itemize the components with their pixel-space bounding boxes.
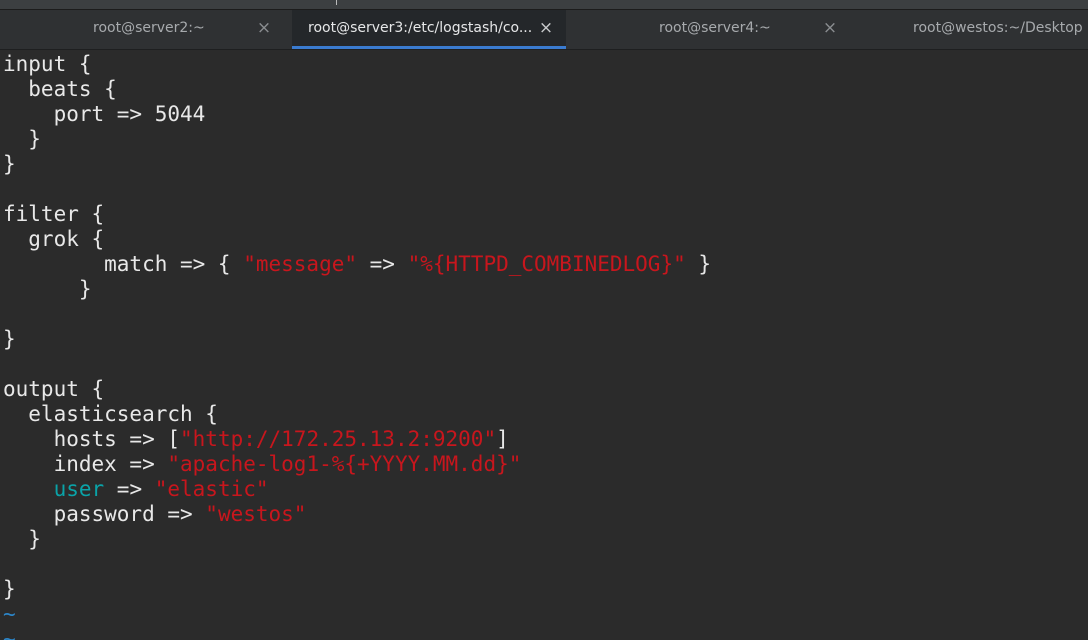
close-icon[interactable]: × xyxy=(256,19,272,37)
code-text: } xyxy=(685,252,712,276)
code-line: password => "westos" xyxy=(3,502,307,527)
code-text: elasticsearch { xyxy=(3,402,218,426)
code-line: } xyxy=(3,152,16,177)
code-line: hosts => ["http://172.25.13.2:9200"] xyxy=(3,427,509,452)
close-icon[interactable]: × xyxy=(822,19,838,37)
code-text: } xyxy=(3,127,41,151)
code-line: elasticsearch { xyxy=(3,402,218,427)
code-line: } xyxy=(3,327,16,352)
code-line: output { xyxy=(3,377,104,402)
close-icon[interactable]: × xyxy=(538,19,554,37)
empty-buffer-marker: ~ xyxy=(3,627,16,640)
string-token: "westos" xyxy=(205,502,307,526)
string-token: "http://172.25.13.2:9200" xyxy=(180,427,497,451)
code-line: match => { "message" => "%{HTTPD_COMBINE… xyxy=(3,252,711,277)
code-line: } xyxy=(3,277,92,302)
code-text: hosts => [ xyxy=(3,427,181,451)
active-tab-indicator xyxy=(292,46,566,49)
tab-title: root@server2:~ xyxy=(93,20,205,36)
code-line: filter { xyxy=(3,202,104,227)
empty-buffer-marker: ~ xyxy=(3,602,16,626)
tab-westos[interactable]: root@westos:~/Desktop xyxy=(846,10,1088,49)
terminal-editor[interactable]: input { beats { port => 5044 }} filter { … xyxy=(0,50,1088,640)
code-text: filter { xyxy=(3,202,105,226)
code-text: output { xyxy=(3,377,105,401)
code-text: => xyxy=(357,252,408,276)
code-line: } xyxy=(3,127,41,152)
code-line: } xyxy=(3,577,16,602)
code-text: grok { xyxy=(3,227,105,251)
code-line: beats { xyxy=(3,77,117,102)
code-text: } xyxy=(3,327,16,351)
string-token: "apache-log1-%{+YYYY.MM.dd}" xyxy=(167,452,522,476)
code-line: input { xyxy=(3,52,92,77)
code-text: } xyxy=(3,277,92,301)
keyword-token: user xyxy=(53,477,105,501)
code-text: } xyxy=(3,577,16,601)
tab-title: root@server3:/etc/logstash/co... xyxy=(308,20,533,36)
code-text: input { xyxy=(3,52,92,76)
code-text: match => { xyxy=(3,252,244,276)
tab-title: root@server4:~ xyxy=(659,20,771,36)
code-text: port => 5044 xyxy=(3,102,206,126)
code-text: index => xyxy=(3,452,168,476)
string-token: "elastic" xyxy=(154,477,269,501)
code-text: } xyxy=(3,527,41,551)
window-top-strip xyxy=(0,0,1088,10)
code-line: index => "apache-log1-%{+YYYY.MM.dd}" xyxy=(3,452,522,477)
code-line: } xyxy=(3,527,41,552)
code-text: beats { xyxy=(3,77,117,101)
code-line: user => "elastic" xyxy=(3,477,269,502)
top-strip-marker xyxy=(336,0,337,5)
code-line: port => 5044 xyxy=(3,102,206,127)
tab-title: root@westos:~/Desktop xyxy=(913,20,1083,36)
string-token: "message" xyxy=(243,252,358,276)
code-line: ~ xyxy=(3,627,16,640)
code-text: } xyxy=(3,152,16,176)
tab-server4[interactable]: root@server4:~ × xyxy=(566,10,846,49)
code-text: ] xyxy=(496,427,509,451)
code-text: password => xyxy=(3,502,206,526)
tab-server2[interactable]: root@server2:~ × xyxy=(0,10,292,49)
code-line: grok { xyxy=(3,227,104,252)
string-token: "%{HTTPD_COMBINEDLOG}" xyxy=(407,252,686,276)
terminal-tab-bar: root@server2:~ × root@server3:/etc/logst… xyxy=(0,10,1088,50)
code-text: => xyxy=(104,477,155,501)
tab-server3[interactable]: root@server3:/etc/logstash/co... × xyxy=(292,10,566,49)
code-line: ~ xyxy=(3,602,16,627)
